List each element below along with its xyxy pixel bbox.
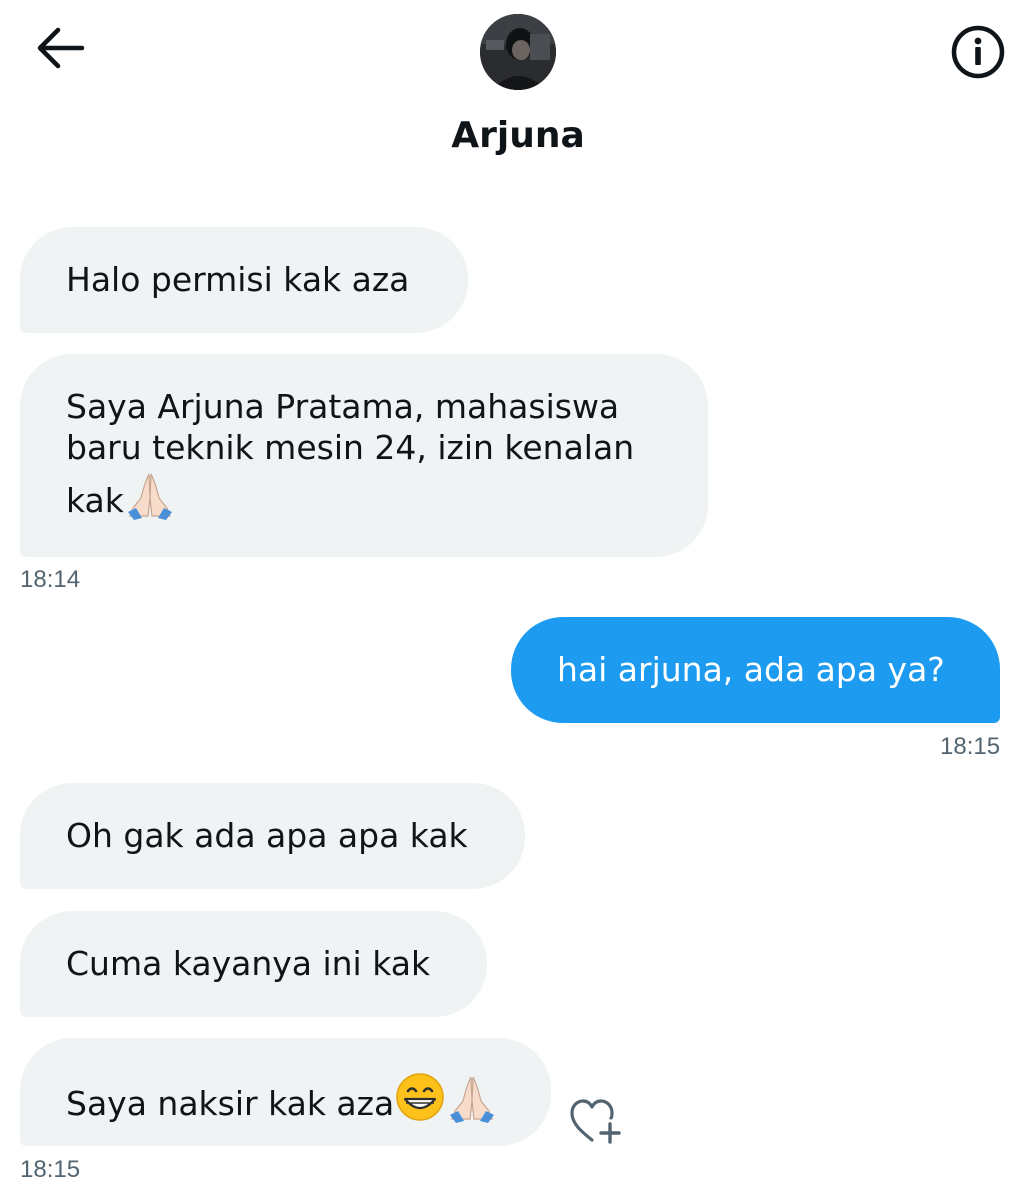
message-bubble-outgoing[interactable]: hai arjuna, ada apa ya? (511, 617, 1000, 723)
add-reaction-button[interactable] (568, 1096, 628, 1146)
message-timestamp: 18:15 (940, 733, 1001, 760)
message-text: hai arjuna, ada apa ya? (557, 650, 945, 689)
message-bubble-incoming[interactable]: Saya naksir kak aza (20, 1038, 551, 1146)
message-text: Oh gak ada apa apa kak (66, 816, 468, 855)
heart-plus-icon (570, 1099, 621, 1144)
avatar[interactable] (480, 14, 556, 90)
info-icon (951, 25, 1005, 79)
info-button[interactable] (950, 24, 1006, 80)
folded-hands-icon (127, 473, 172, 520)
back-button[interactable] (32, 24, 88, 72)
contact-name[interactable]: Arjuna (0, 112, 1036, 160)
message-bubble-incoming[interactable]: Halo permisi kak aza (20, 227, 468, 333)
message-timestamp: 18:14 (20, 566, 81, 593)
avatar-photo (480, 14, 556, 90)
message-timestamp: 18:15 (20, 1156, 81, 1183)
folded-hands-icon (450, 1076, 495, 1123)
message-bubble-incoming[interactable]: Saya Arjuna Pratama, mahasiswa baru tekn… (20, 354, 708, 557)
grinning-face-icon (396, 1073, 444, 1121)
message-text: Saya naksir kak aza (66, 1084, 395, 1123)
message-text: Halo permisi kak aza (66, 260, 410, 299)
message-bubble-incoming[interactable]: Oh gak ada apa apa kak (20, 783, 525, 889)
arrow-left-icon (37, 27, 85, 69)
message-bubble-incoming[interactable]: Cuma kayanya ini kak (20, 911, 487, 1017)
message-text: Cuma kayanya ini kak (66, 944, 431, 983)
